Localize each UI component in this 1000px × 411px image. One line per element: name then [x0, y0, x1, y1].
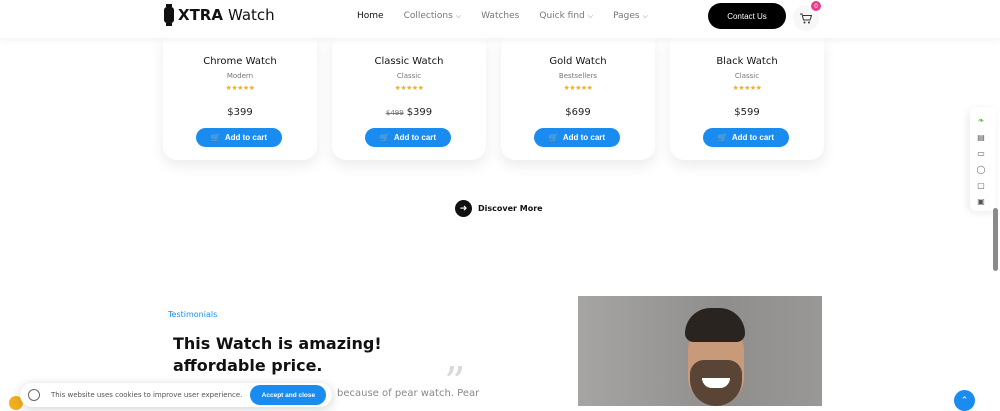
product-price: $599 — [670, 107, 824, 118]
product-category: Classic — [396, 72, 422, 80]
scroll-to-top-button[interactable]: ⌃ — [954, 390, 975, 411]
main-nav: Home Collections ⌵ Watches Quick find ⌵ Pa… — [357, 11, 668, 21]
price-value: $399 — [406, 107, 433, 118]
price-value: $599 — [734, 107, 760, 118]
add-to-cart-label: Add to cart — [731, 133, 775, 142]
chat-icon[interactable]: ◯ — [976, 164, 986, 174]
title-line: This Watch is amazing! — [173, 334, 382, 353]
accept-cookies-button[interactable]: Accept and close — [250, 385, 327, 405]
video-icon[interactable]: ▭ — [976, 148, 986, 158]
rating-stars: ★★★★★ — [732, 84, 762, 92]
nav-pages[interactable]: Pages ⌵ — [613, 11, 648, 21]
chevron-down-icon: ⌵ — [642, 11, 648, 20]
cart-icon — [800, 13, 812, 23]
product-card: Chrome Watch Modern ★★★★★ $399 🛒 Add to c… — [163, 38, 317, 160]
product-name[interactable]: Gold Watch — [501, 56, 655, 67]
price-value: $399 — [227, 107, 253, 118]
cart-icon: 🛒 — [210, 133, 221, 142]
add-to-cart-label: Add to cart — [562, 133, 606, 142]
watch-icon — [164, 4, 174, 26]
chevron-down-icon: ⌵ — [587, 11, 594, 20]
rating-stars: ★★★★★ — [225, 84, 255, 92]
contact-us-button[interactable]: Contact Us — [708, 3, 786, 29]
chevron-down-icon: ⌵ — [455, 11, 462, 20]
nav-label: Quick find — [539, 11, 585, 21]
cart-count-badge: 0 — [811, 1, 821, 11]
message-icon[interactable]: ▢ — [976, 180, 986, 190]
price-value: $699 — [565, 107, 591, 118]
product-price: $399 — [163, 107, 317, 118]
chevron-up-icon: ⌃ — [960, 395, 969, 406]
side-toolbar: ❧ ▤ ▭ ◯ ▢ ▣ — [970, 107, 996, 211]
cookie-message: This website uses cookies to improve use… — [51, 391, 243, 399]
cookie-banner: This website uses cookies to improve use… — [20, 383, 332, 407]
cart-icon: 🛒 — [548, 133, 559, 142]
testimonial-text: because of pear watch. Pear — [337, 388, 480, 399]
add-to-cart-button[interactable]: 🛒 Add to cart — [534, 128, 620, 147]
nav-label: Watches — [481, 11, 520, 21]
product-price: $699 — [501, 107, 655, 118]
product-category: Modern — [226, 72, 254, 80]
testimonial-photo — [578, 296, 822, 406]
add-to-cart-button[interactable]: 🛒 Add to cart — [703, 128, 789, 147]
nav-watches[interactable]: Watches — [481, 11, 519, 21]
leaf-icon[interactable]: ❧ — [976, 115, 986, 125]
product-price: $499 $399 — [332, 107, 486, 118]
product-name[interactable]: Chrome Watch — [163, 56, 317, 67]
title-line: affordable price. — [173, 356, 323, 375]
add-to-cart-button[interactable]: 🛒 Add to cart — [365, 128, 451, 147]
product-category: Classic — [734, 72, 760, 80]
nav-label: Home — [357, 11, 384, 21]
site-header: XTRA Watch Home Collections ⌵ Watches Qui… — [0, 0, 1000, 38]
nav-label: Pages — [613, 11, 640, 21]
cart-icon: 🛒 — [717, 133, 728, 142]
product-card: Black Watch Classic ★★★★★ $599 🛒 Add to c… — [670, 38, 824, 160]
scrollbar-thumb[interactable] — [993, 208, 998, 271]
nav-collections[interactable]: Collections ⌵ — [404, 11, 462, 21]
cart-button[interactable]: 0 — [793, 1, 821, 31]
rating-stars: ★★★★★ — [394, 84, 424, 92]
laptop-icon[interactable]: ▣ — [976, 196, 986, 206]
brand-light: Watch — [227, 6, 275, 24]
testimonials-label: Testimonials — [168, 310, 218, 319]
discover-more-label: Discover More — [478, 204, 543, 213]
product-name[interactable]: Classic Watch — [332, 56, 486, 67]
add-to-cart-button[interactable]: 🛒 Add to cart — [196, 128, 282, 147]
add-to-cart-label: Add to cart — [393, 133, 437, 142]
old-price: $499 — [385, 109, 404, 117]
cart-icon: 🛒 — [379, 133, 390, 142]
hair-shape — [685, 308, 745, 342]
product-card: Classic Watch Classic ★★★★★ $499 $399 🛒 Ad… — [332, 38, 486, 160]
nav-home[interactable]: Home — [357, 11, 384, 21]
product-card: Gold Watch Bestsellers ★★★★★ $699 🛒 Add t… — [501, 38, 655, 160]
product-category: Bestsellers — [558, 72, 598, 80]
quote-icon: ” — [444, 358, 466, 407]
arrow-right-icon: ➜ — [455, 200, 472, 217]
discover-more-link[interactable]: ➜ Discover More — [455, 200, 543, 217]
document-icon[interactable]: ▤ — [976, 132, 986, 142]
add-to-cart-label: Add to cart — [224, 133, 268, 142]
product-list: Chrome Watch Modern ★★★★★ $399 🛒 Add to c… — [163, 38, 839, 160]
cookie-icon — [28, 389, 40, 401]
product-name[interactable]: Black Watch — [670, 56, 824, 67]
brand-bold: XTRA — [178, 6, 223, 24]
rating-stars: ★★★★★ — [563, 84, 593, 92]
logo[interactable]: XTRA Watch — [164, 4, 275, 26]
testimonial-title: This Watch is amazing! affordable price. — [173, 333, 433, 377]
nav-quick-find[interactable]: Quick find ⌵ — [539, 11, 593, 21]
nav-label: Collections — [403, 11, 453, 21]
